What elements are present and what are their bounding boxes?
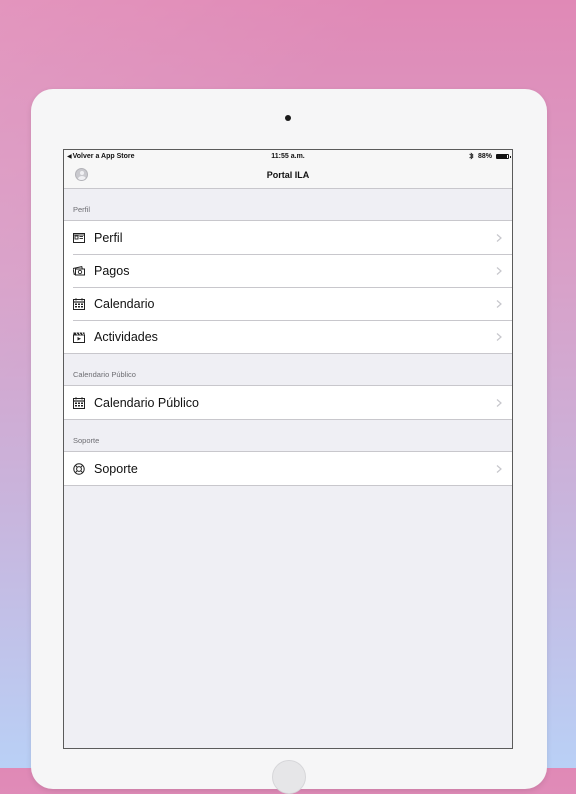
avatar-icon[interactable] <box>75 168 88 181</box>
navigation-bar: Portal ILA <box>64 162 512 189</box>
clapperboard-icon <box>73 331 85 343</box>
back-to-app-store[interactable]: ◀ Volver a App Store <box>67 153 134 160</box>
status-bar: ◀ Volver a App Store 11:55 a.m. 88% <box>64 150 512 162</box>
list-item-perfil[interactable]: Perfil <box>64 221 512 254</box>
section-header-perfil: Perfil <box>73 205 91 214</box>
chevron-right-icon <box>496 332 502 341</box>
list-item-label: Calendario Público <box>94 395 199 410</box>
back-arrow-icon: ◀ <box>67 153 72 160</box>
app-screen: ◀ Volver a App Store 11:55 a.m. 88% Port… <box>63 149 513 749</box>
list-item-label: Pagos <box>94 263 130 278</box>
section-group-calendario-publico: Calendario Público <box>64 385 512 420</box>
chevron-right-icon <box>496 398 502 407</box>
battery-percent: 88% <box>477 152 492 160</box>
list-item-actividades[interactable]: Actividades <box>64 320 512 353</box>
status-right: 88% <box>469 152 511 160</box>
bluetooth-icon <box>469 152 474 160</box>
home-button[interactable] <box>272 760 306 794</box>
list-item-label: Perfil <box>94 230 123 245</box>
money-icon <box>73 265 85 277</box>
list-item-label: Actividades <box>94 329 158 344</box>
section-header-calendario-publico: Calendario Público <box>73 370 136 379</box>
lifebuoy-icon <box>73 462 85 475</box>
camera <box>285 115 291 121</box>
back-label: Volver a App Store <box>72 152 135 160</box>
section-group-perfil: Perfil Pagos Calendario Actividades <box>64 220 512 354</box>
section-header-soporte: Soporte <box>73 436 100 445</box>
page-title: Portal ILA <box>266 170 310 180</box>
list-item-soporte[interactable]: Soporte <box>64 452 512 485</box>
list-item-calendario[interactable]: Calendario <box>64 287 512 320</box>
chevron-right-icon <box>496 266 502 275</box>
id-card-icon <box>73 232 85 244</box>
list-item-label: Soporte <box>94 461 138 476</box>
calendar-icon <box>73 297 85 310</box>
list-item-calendario-publico[interactable]: Calendario Público <box>64 386 512 419</box>
battery-icon <box>496 153 511 159</box>
chevron-right-icon <box>496 464 502 473</box>
list-item-label: Calendario <box>94 296 155 311</box>
calendar-icon <box>73 396 85 409</box>
settings-list: Perfil Perfil Pagos Calendario Actividad… <box>64 189 512 486</box>
chevron-right-icon <box>496 233 502 242</box>
section-group-soporte: Soporte <box>64 451 512 486</box>
chevron-right-icon <box>496 299 502 308</box>
list-item-pagos[interactable]: Pagos <box>64 254 512 287</box>
